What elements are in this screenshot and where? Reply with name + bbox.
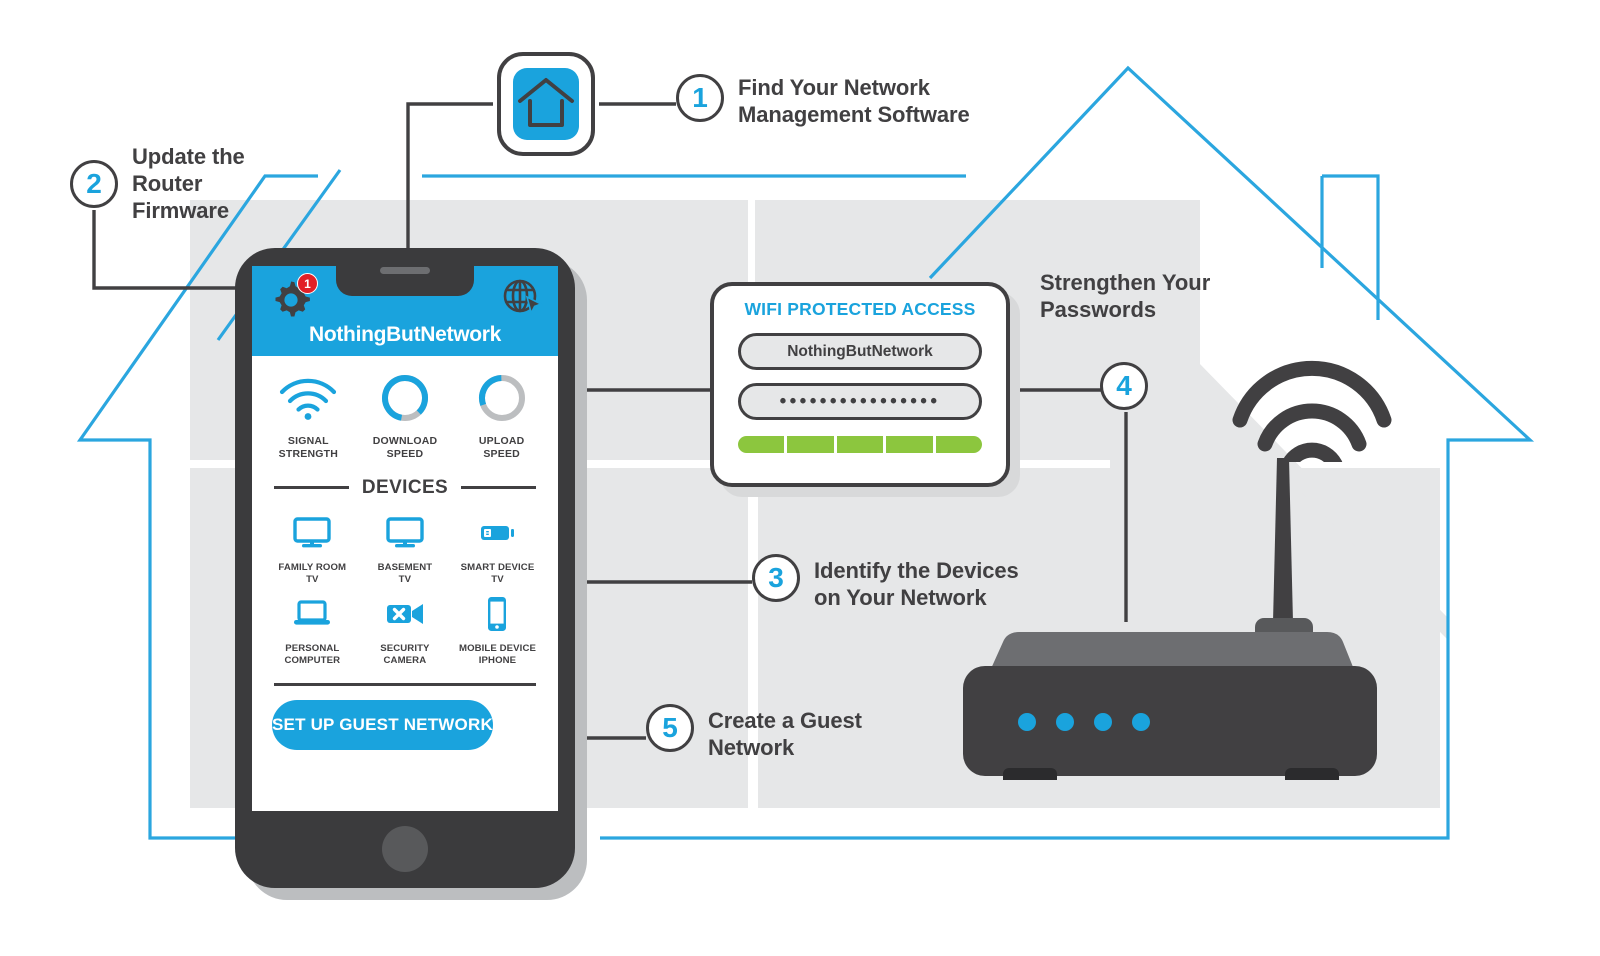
devices-section-header: DEVICES (252, 461, 558, 499)
tv-monitor-icon (359, 511, 452, 555)
step-number-2: 2 (70, 160, 118, 208)
wifi-protected-access-card: WIFI PROTECTED ACCESS NothingButNetwork … (710, 282, 1020, 497)
password-input[interactable]: •••••••••••••••• (738, 383, 982, 420)
divider-left (274, 485, 349, 490)
infographic-canvas: 1 Find Your Network Management Software … (0, 0, 1600, 956)
step-label-5: Create a Guest Network (708, 708, 862, 760)
globe-cursor-icon (503, 279, 543, 316)
step-label-2: Update the Router Firmware (132, 144, 245, 223)
metric-label: DOWNLOAD SPEED (372, 435, 438, 460)
phone-body: 1 NothingButNetwork SIGNAL STRENGTH DOWN… (235, 248, 575, 888)
devices-heading: DEVICES (361, 476, 449, 498)
settings-button[interactable]: 1 (270, 273, 318, 319)
strength-segment (787, 436, 834, 453)
laptop-icon (266, 592, 359, 636)
device-item[interactable]: SECURITY CAMERA (359, 592, 452, 667)
device-label: FAMILY ROOM TV (278, 561, 347, 585)
usb-stick-icon (451, 511, 544, 555)
browser-button[interactable] (501, 277, 543, 319)
passwords-headline: Strengthen Your Passwords (1040, 270, 1211, 322)
smartphone-mockup: 1 NothingButNetwork SIGNAL STRENGTH DOWN… (235, 248, 587, 900)
phone-screen: 1 NothingButNetwork SIGNAL STRENGTH DOWN… (252, 266, 558, 811)
step-number-4: 4 (1100, 362, 1148, 410)
phone-speaker (380, 267, 430, 274)
device-label: PERSONAL COMPUTER (284, 642, 341, 666)
step-number-1: 1 (676, 74, 724, 122)
divider-right (461, 485, 536, 490)
device-label: BASEMENT TV (377, 561, 433, 585)
step-label-3: Identify the Devices on Your Network (814, 558, 1019, 610)
wifi-signal-icon (262, 370, 354, 426)
antenna-icon (1255, 458, 1313, 648)
ring-gauge-icon (456, 370, 548, 426)
tv-monitor-icon (266, 511, 359, 555)
metric-upload-speed: UPLOAD SPEED (456, 370, 548, 461)
wpa-card-title: WIFI PROTECTED ACCESS (744, 299, 976, 319)
step-number-5: 5 (646, 704, 694, 752)
video-camera-icon (359, 592, 452, 636)
metric-label: SIGNAL STRENGTH (278, 435, 338, 460)
callout-step-4[interactable]: 4 (1100, 362, 1148, 410)
device-label: SECURITY CAMERA (380, 642, 430, 666)
app-title: NothingButNetwork (308, 323, 502, 346)
notification-badge: 1 (297, 273, 318, 294)
step-number-3: 3 (752, 554, 800, 602)
home-icon-badge[interactable] (497, 52, 595, 156)
callout-step-2[interactable]: 2 Update the Router Firmware (70, 140, 245, 224)
metric-label: UPLOAD SPEED (478, 435, 525, 460)
metric-signal-strength: SIGNAL STRENGTH (262, 370, 354, 461)
ring-gauge-icon (359, 370, 451, 426)
metric-download-speed: DOWNLOAD SPEED (359, 370, 451, 461)
bottom-divider (274, 682, 536, 687)
callout-step-3[interactable]: 3 Identify the Devices on Your Network (752, 554, 1019, 612)
home-icon (518, 78, 574, 127)
strength-segment (886, 436, 933, 453)
password-strength-meter (738, 436, 983, 453)
device-item[interactable]: MOBILE DEVICE IPHONE (451, 592, 544, 667)
device-label: MOBILE DEVICE IPHONE (458, 642, 536, 666)
wifi-waves-icon (1232, 360, 1392, 462)
device-item[interactable]: FAMILY ROOM TV (266, 511, 359, 586)
strength-segment (836, 436, 884, 453)
router-device (963, 458, 1377, 780)
ssid-input[interactable]: NothingButNetwork (738, 333, 982, 370)
device-item[interactable]: SMART DEVICE TV (451, 511, 544, 586)
device-label: SMART DEVICE TV (460, 561, 535, 585)
callout-step-1[interactable]: 1 Find Your Network Management Software (676, 74, 970, 129)
step-label-1: Find Your Network Management Software (738, 75, 970, 127)
smartphone-icon (451, 592, 544, 636)
device-item[interactable]: PERSONAL COMPUTER (266, 592, 359, 667)
device-item[interactable]: BASEMENT TV (359, 511, 452, 586)
strength-segment (935, 436, 983, 453)
phone-home-button[interactable] (382, 826, 428, 872)
callout-step-5[interactable]: 5 Create a Guest Network (646, 704, 862, 762)
set-up-guest-network-button[interactable]: SET UP GUEST NETWORK (272, 700, 493, 751)
wpa-card-body: WIFI PROTECTED ACCESS NothingButNetwork … (710, 282, 1010, 487)
strength-segment (738, 436, 785, 453)
metrics-row: SIGNAL STRENGTH DOWNLOAD SPEED UPLOAD SP… (252, 356, 558, 461)
devices-grid: FAMILY ROOM TV BASEMENT TV SMART DEVICE … (252, 499, 558, 673)
